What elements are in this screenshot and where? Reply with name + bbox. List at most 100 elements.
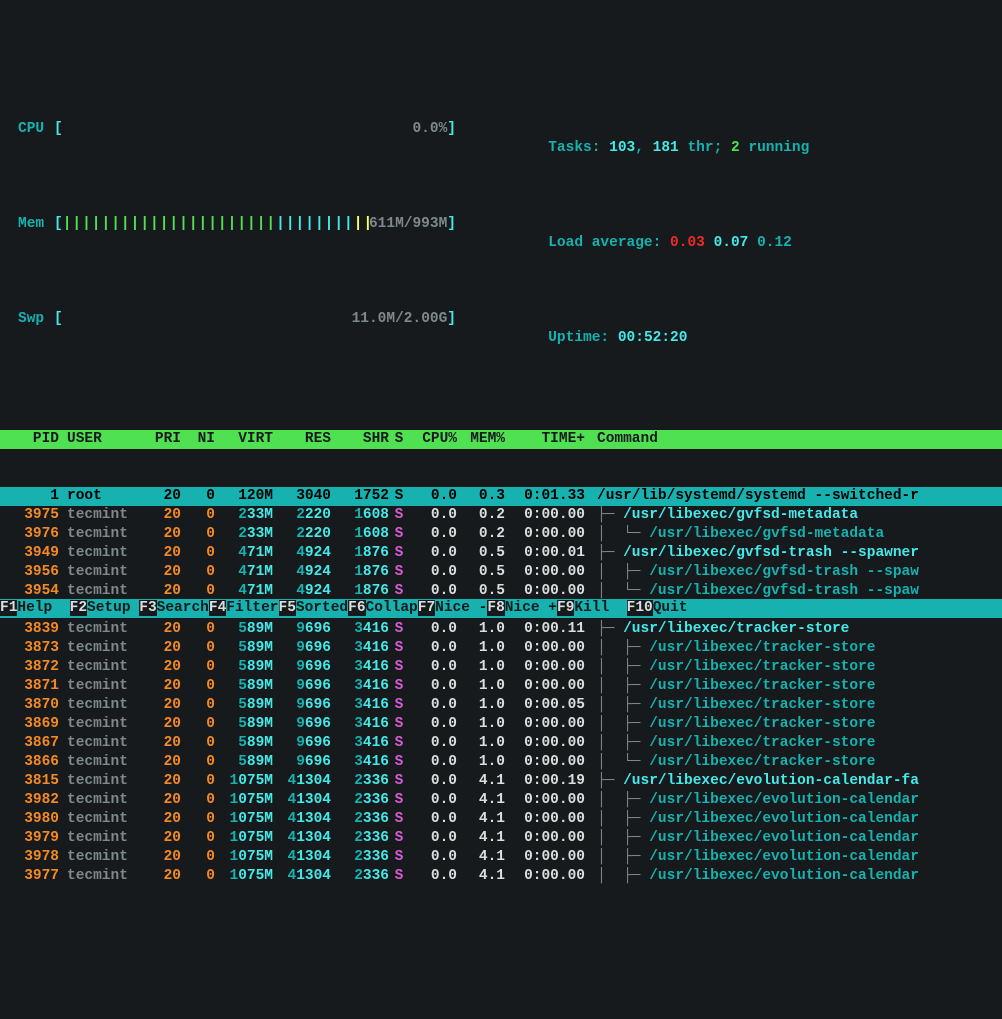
tasks-running: 2 [731,140,740,156]
cell-state: S [389,620,409,639]
process-row[interactable]: 3976tecmint200233M22201608S0.00.20:00.00… [0,525,1002,544]
cell-virt: 233M [215,506,273,525]
footer-f7[interactable]: F7Nice - [418,599,488,618]
cell-state: S [389,506,409,525]
process-row[interactable]: 3873tecmint200589M96963416S0.01.00:00.00… [0,639,1002,658]
process-row[interactable]: 3982tecmint2001075M413042336S0.04.10:00.… [0,791,1002,810]
cell-mem: 4.1 [457,791,505,810]
cell-virt: 120M [215,487,273,506]
cell-res: 2220 [273,506,331,525]
cell-pri: 20 [139,867,181,886]
footer-f9[interactable]: F9Kill [557,599,627,618]
process-row[interactable]: 3815tecmint2001075M413042336S0.04.10:00.… [0,772,1002,791]
cell-pid: 3872 [9,658,59,677]
col-user[interactable]: USER [59,430,139,449]
footer-f5[interactable]: F5Sorted [279,599,349,618]
cell-pri: 20 [139,753,181,772]
cell-command: │ ├─ /usr/libexec/evolution-calendar [585,810,1002,829]
cell-virt: 589M [215,734,273,753]
cell-pri: 20 [139,525,181,544]
cell-pid: 3956 [9,563,59,582]
cell-user: tecmint [59,753,139,772]
col-ni[interactable]: NI [181,430,215,449]
footer-f6[interactable]: F6Collap [348,599,418,618]
process-row[interactable]: 3977tecmint2001075M413042336S0.04.10:00.… [0,867,1002,886]
cell-shr: 3416 [331,753,389,772]
cell-ni: 0 [181,753,215,772]
col-time[interactable]: TIME+ [505,430,585,449]
cell-pri: 20 [139,620,181,639]
process-row[interactable]: 3866tecmint200589M96963416S0.01.00:00.00… [0,753,1002,772]
cell-pri: 20 [139,658,181,677]
process-row[interactable]: 3979tecmint2001075M413042336S0.04.10:00.… [0,829,1002,848]
cell-virt: 589M [215,677,273,696]
cell-time: 0:00.00 [505,506,585,525]
footer-f3[interactable]: F3Search [139,599,209,618]
process-row[interactable]: 3872tecmint200589M96963416S0.01.00:00.00… [0,658,1002,677]
col-s[interactable]: S [389,430,409,449]
cell-virt: 589M [215,715,273,734]
cell-ni: 0 [181,677,215,696]
process-list[interactable]: 1root200120M30401752S0.00.30:01.33/usr/l… [0,487,1002,886]
cell-command: /usr/lib/systemd/systemd --switched-r [585,487,1002,506]
cell-shr: 2336 [331,867,389,886]
cell-cpu: 0.0 [409,848,457,867]
cell-command: │ ├─ /usr/libexec/evolution-calendar [585,791,1002,810]
col-virt[interactable]: VIRT [215,430,273,449]
cell-state: S [389,658,409,677]
footer-f1[interactable]: F1Help [0,599,70,618]
cell-pri: 20 [139,677,181,696]
cell-virt: 589M [215,658,273,677]
cell-user: tecmint [59,848,139,867]
col-res[interactable]: RES [273,430,331,449]
footer-f2[interactable]: F2Setup [70,599,140,618]
process-row[interactable]: 3870tecmint200589M96963416S0.01.00:00.05… [0,696,1002,715]
col-cmd[interactable]: Command [585,430,1002,449]
cell-cpu: 0.0 [409,829,457,848]
cell-shr: 3416 [331,658,389,677]
cell-pri: 20 [139,696,181,715]
process-row[interactable]: 3871tecmint200589M96963416S0.01.00:00.00… [0,677,1002,696]
column-header[interactable]: PID USER PRI NI VIRT RES SHR S CPU% MEM%… [0,430,1002,449]
process-row[interactable]: 3949tecmint200471M49241876S0.00.50:00.01… [0,544,1002,563]
footer-f4[interactable]: F4Filter [209,599,279,618]
cell-shr: 3416 [331,734,389,753]
process-row[interactable]: 3978tecmint2001075M413042336S0.04.10:00.… [0,848,1002,867]
cell-time: 0:00.00 [505,734,585,753]
cell-mem: 4.1 [457,810,505,829]
cell-virt: 471M [215,544,273,563]
cell-user: tecmint [59,810,139,829]
process-row[interactable]: 3975tecmint200233M22201608S0.00.20:00.00… [0,506,1002,525]
cell-user: tecmint [59,696,139,715]
cell-res: 9696 [273,677,331,696]
col-pri[interactable]: PRI [139,430,181,449]
cell-pid: 3976 [9,525,59,544]
cell-pri: 20 [139,639,181,658]
tasks-total: 103 [609,140,635,156]
cell-cpu: 0.0 [409,525,457,544]
cell-cpu: 0.0 [409,810,457,829]
col-pid[interactable]: PID [9,430,59,449]
cell-pid: 3982 [9,791,59,810]
cell-pri: 20 [139,544,181,563]
col-mem[interactable]: MEM% [457,430,505,449]
footer-f8[interactable]: F8Nice + [487,599,557,618]
process-row[interactable]: 3980tecmint2001075M413042336S0.04.10:00.… [0,810,1002,829]
process-row[interactable]: 3956tecmint200471M49241876S0.00.50:00.00… [0,563,1002,582]
col-shr[interactable]: SHR [331,430,389,449]
footer-f10[interactable]: F10Quit [627,599,705,618]
process-row[interactable]: 3839tecmint200589M96963416S0.01.00:00.11… [0,620,1002,639]
cell-pid: 3977 [9,867,59,886]
process-row[interactable]: 1root200120M30401752S0.00.30:01.33/usr/l… [0,487,1002,506]
cell-virt: 233M [215,525,273,544]
cell-command: │ └─ /usr/libexec/tracker-store [585,753,1002,772]
col-cpu[interactable]: CPU% [409,430,457,449]
process-row[interactable]: 3867tecmint200589M96963416S0.01.00:00.00… [0,734,1002,753]
cell-shr: 2336 [331,848,389,867]
cell-res: 41304 [273,867,331,886]
cell-pid: 3815 [9,772,59,791]
cell-time: 0:00.00 [505,677,585,696]
cell-state: S [389,848,409,867]
uptime: 00:52:20 [618,330,688,346]
process-row[interactable]: 3869tecmint200589M96963416S0.01.00:00.00… [0,715,1002,734]
